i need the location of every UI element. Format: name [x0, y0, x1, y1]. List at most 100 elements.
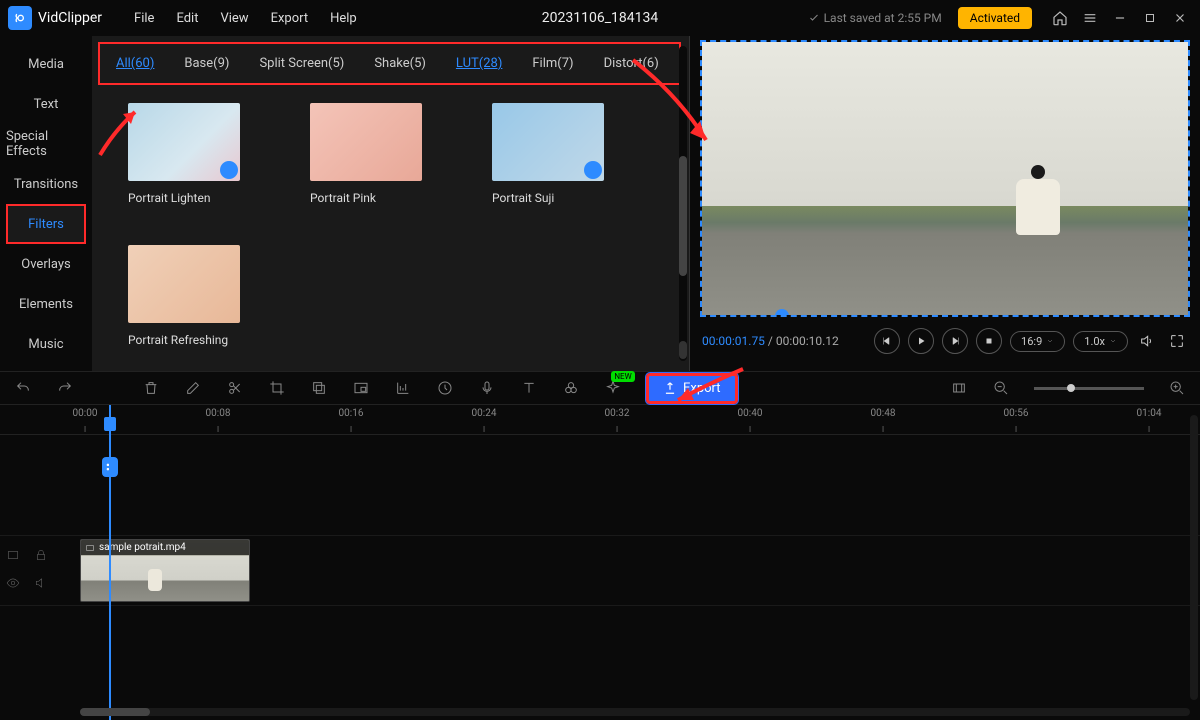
timeline-clip[interactable]: sample potrait.mp4 [80, 539, 250, 602]
preview-screen[interactable] [700, 40, 1190, 317]
crop-icon[interactable] [268, 379, 286, 397]
timeline-toolbar: NEW Export [0, 371, 1200, 405]
sidebar-item-elements[interactable]: Elements [6, 284, 86, 324]
redo-icon[interactable] [56, 379, 74, 397]
frame-icon[interactable] [950, 379, 968, 397]
undo-icon[interactable] [14, 379, 32, 397]
filter-thumb[interactable]: Portrait Suji [492, 103, 604, 205]
menu-file[interactable]: File [126, 7, 162, 30]
audio-track[interactable] [0, 605, 1200, 675]
sidebar-item-special-effects[interactable]: Special Effects [6, 124, 86, 164]
tab-all[interactable]: All(60) [116, 56, 154, 71]
thumb-label: Portrait Pink [310, 191, 422, 205]
copy-icon[interactable] [310, 379, 328, 397]
track-mute-icon[interactable] [34, 576, 48, 594]
clip-label: sample potrait.mp4 [81, 540, 249, 555]
zoom-slider[interactable] [1034, 387, 1144, 390]
tab-split-screen[interactable]: Split Screen(5) [259, 56, 344, 71]
panel-scrollbar[interactable] [679, 46, 687, 361]
playhead[interactable] [109, 405, 111, 720]
delete-icon[interactable] [142, 379, 160, 397]
track-film-icon[interactable] [6, 548, 20, 566]
preview-frame [702, 42, 1188, 315]
timeline-h-scrollbar[interactable] [80, 708, 1190, 716]
video-track[interactable]: sample potrait.mp4 [0, 535, 1200, 605]
new-badge: NEW [611, 371, 634, 382]
tick: 00:08 [206, 408, 231, 419]
thumb-image [310, 103, 422, 181]
clip-thumbnail [81, 556, 249, 601]
prev-frame-button[interactable] [874, 328, 900, 354]
menu-help[interactable]: Help [322, 7, 365, 30]
sidebar-item-filters[interactable]: Filters [6, 204, 86, 244]
sidebar: Media Text Special Effects Transitions F… [0, 36, 92, 371]
edit-icon[interactable] [184, 379, 202, 397]
text-icon[interactable] [520, 379, 538, 397]
tick: 00:40 [738, 408, 763, 419]
export-button[interactable]: Export [646, 373, 738, 404]
sidebar-item-music[interactable]: Music [6, 324, 86, 364]
app-logo [8, 6, 32, 30]
fullscreen-icon[interactable] [1166, 330, 1188, 352]
tab-shake[interactable]: Shake(5) [374, 56, 426, 71]
playback-speed[interactable]: 1.0x [1073, 331, 1128, 352]
filters-panel: All(60) Base(9) Split Screen(5) Shake(5)… [92, 36, 690, 371]
timeline-v-scrollbar[interactable] [1190, 415, 1198, 700]
chart-icon[interactable] [394, 379, 412, 397]
filter-thumb[interactable]: Portrait Pink [310, 103, 422, 205]
seek-handle[interactable] [775, 309, 789, 317]
next-frame-button[interactable] [942, 328, 968, 354]
thumb-image [128, 103, 240, 181]
home-icon[interactable] [1048, 6, 1072, 30]
track-eye-icon[interactable] [6, 576, 20, 594]
filter-thumb[interactable]: Portrait Lighten [128, 103, 240, 205]
tab-base[interactable]: Base(9) [184, 56, 229, 71]
timecode: 00:00:01.75 / 00:00:10.12 [702, 334, 839, 348]
aspect-ratio[interactable]: 16:9 [1010, 331, 1065, 352]
sidebar-item-text[interactable]: Text [6, 84, 86, 124]
thumb-label: Portrait Lighten [128, 191, 240, 205]
ai-icon[interactable]: NEW [604, 379, 622, 397]
timeline[interactable]: 00:00 00:08 00:16 00:24 00:32 00:40 00:4… [0, 405, 1200, 720]
thumb-label: Portrait Suji [492, 191, 604, 205]
tick: 00:16 [339, 408, 364, 419]
tick: 00:32 [605, 408, 630, 419]
download-icon[interactable] [584, 161, 602, 179]
download-icon[interactable] [220, 161, 238, 179]
menu-export[interactable]: Export [263, 7, 317, 30]
track-lock-icon[interactable] [34, 548, 48, 566]
sidebar-item-transitions[interactable]: Transitions [6, 164, 86, 204]
speed-icon[interactable] [436, 379, 454, 397]
tick: 00:56 [1004, 408, 1029, 419]
tab-film[interactable]: Film(7) [532, 56, 573, 71]
play-button[interactable] [908, 328, 934, 354]
project-title: 20231106_184134 [542, 10, 658, 26]
last-saved: Last saved at 2:55 PM [808, 11, 942, 25]
menu-view[interactable]: View [212, 7, 256, 30]
tab-distort[interactable]: Distort(6) [604, 56, 659, 71]
thumb-image [128, 245, 240, 323]
sidebar-item-media[interactable]: Media [6, 44, 86, 84]
mic-icon[interactable] [478, 379, 496, 397]
tab-lut[interactable]: LUT(28) [456, 56, 502, 71]
pip-icon[interactable] [352, 379, 370, 397]
menu-edit[interactable]: Edit [168, 7, 206, 30]
stop-button[interactable] [976, 328, 1002, 354]
tick: 01:04 [1137, 408, 1162, 419]
tick: 00:24 [472, 408, 497, 419]
split-icon[interactable] [226, 379, 244, 397]
effects-icon[interactable] [562, 379, 580, 397]
zoom-out-icon[interactable] [992, 379, 1010, 397]
hamburger-icon[interactable] [1078, 6, 1102, 30]
activated-badge[interactable]: Activated [958, 7, 1032, 29]
filter-thumb[interactable]: Portrait Refreshing [128, 245, 240, 347]
minimize-icon[interactable] [1108, 6, 1132, 30]
volume-icon[interactable] [1136, 330, 1158, 352]
tick: 00:00 [73, 408, 98, 419]
track-controls [6, 536, 70, 605]
zoom-in-icon[interactable] [1168, 379, 1186, 397]
sidebar-item-overlays[interactable]: Overlays [6, 244, 86, 284]
timeline-ruler[interactable]: 00:00 00:08 00:16 00:24 00:32 00:40 00:4… [0, 405, 1200, 435]
close-icon[interactable] [1168, 6, 1192, 30]
maximize-icon[interactable] [1138, 6, 1162, 30]
